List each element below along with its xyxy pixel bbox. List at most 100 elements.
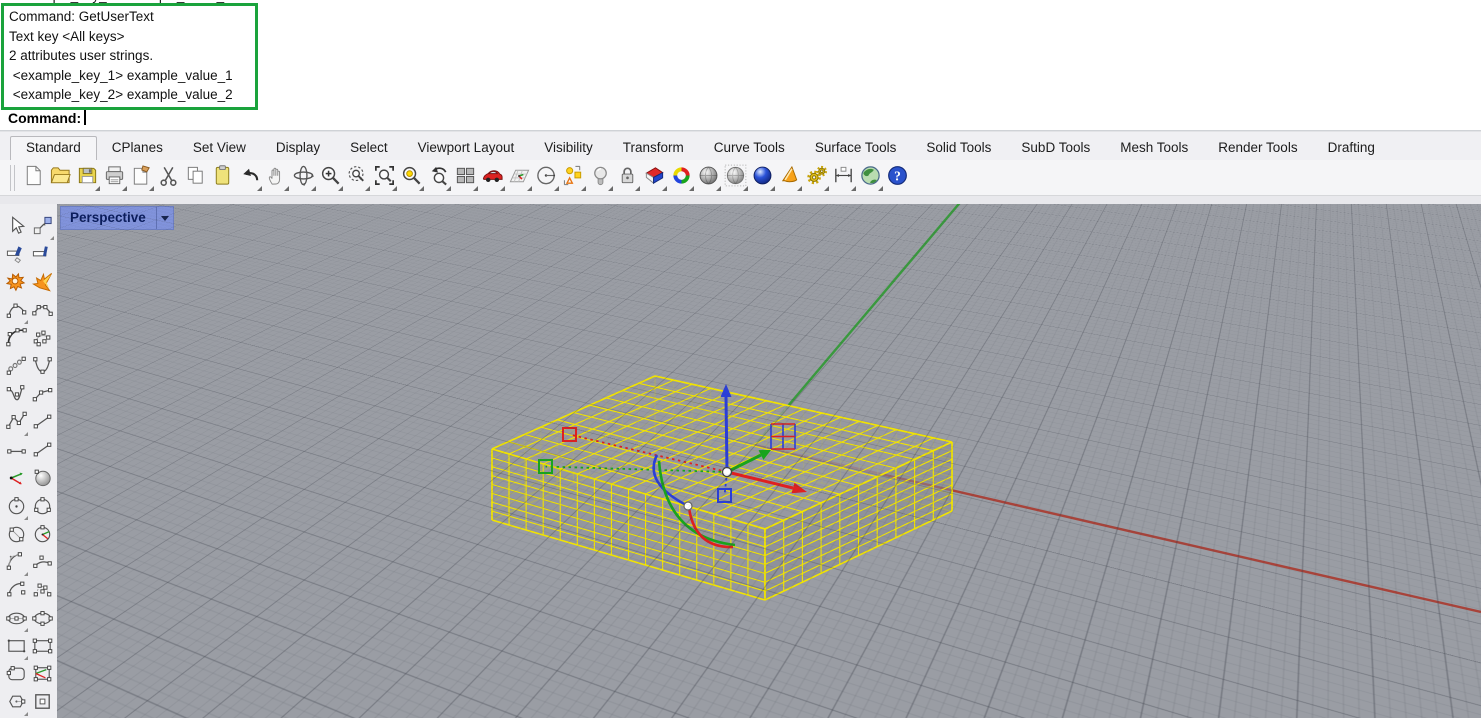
arc-center-start-button[interactable] xyxy=(3,551,29,577)
tab-transform[interactable]: Transform xyxy=(608,137,699,160)
tab-subd-tools[interactable]: SubD Tools xyxy=(1006,137,1105,160)
select-objects-button[interactable] xyxy=(3,215,29,241)
circle-tool-button[interactable] xyxy=(533,164,560,192)
cut-button[interactable] xyxy=(155,164,182,192)
ellipse-diameter-button[interactable] xyxy=(29,607,55,633)
copy-button[interactable] xyxy=(182,164,209,192)
handle-curve-button[interactable] xyxy=(29,383,55,409)
control-point-curve-button[interactable] xyxy=(3,299,29,325)
hide-objects-button[interactable] xyxy=(3,243,29,269)
tab-mesh-tools[interactable]: Mesh Tools xyxy=(1105,137,1203,160)
page-properties-button[interactable] xyxy=(128,164,155,192)
polygon-edge-button[interactable] xyxy=(29,691,55,717)
tab-display[interactable]: Display xyxy=(261,137,335,160)
perspective-viewport[interactable]: Perspective xyxy=(57,204,1481,718)
circle-diameter-button[interactable] xyxy=(3,523,29,549)
tab-solid-tools[interactable]: Solid Tools xyxy=(911,137,1006,160)
tab-viewport-layout[interactable]: Viewport Layout xyxy=(403,137,530,160)
tab-render-tools[interactable]: Render Tools xyxy=(1203,137,1312,160)
arc-start-end-button[interactable] xyxy=(3,579,29,605)
viewport-title-dropdown[interactable] xyxy=(156,207,173,229)
toolbar-grip[interactable] xyxy=(10,165,15,191)
explode-button[interactable] xyxy=(3,271,29,297)
display-mode-wedge-button[interactable] xyxy=(641,164,668,192)
paste-button[interactable] xyxy=(209,164,236,192)
command-prompt-row[interactable]: Command: xyxy=(0,107,1481,131)
tab-cplanes[interactable]: CPlanes xyxy=(97,137,178,160)
color-wheel-button[interactable] xyxy=(668,164,695,192)
new-file-icon xyxy=(22,164,45,192)
arc-3pt-button[interactable] xyxy=(29,551,55,577)
tab-set-view[interactable]: Set View xyxy=(178,137,261,160)
flyout-triangle-icon xyxy=(95,186,100,191)
named-view-car-button[interactable] xyxy=(479,164,506,192)
show-objects-button[interactable] xyxy=(29,243,55,269)
rotate-view-button[interactable] xyxy=(290,164,317,192)
flyout-triangle-icon xyxy=(24,628,28,632)
print-button[interactable] xyxy=(101,164,128,192)
zoom-window-button[interactable] xyxy=(344,164,371,192)
viewport-title[interactable]: Perspective xyxy=(60,206,174,230)
rectangle-corner-button[interactable] xyxy=(3,635,29,661)
lock-objects-button[interactable] xyxy=(614,164,641,192)
rendered-viewport-button[interactable] xyxy=(749,164,776,192)
rectangle-3pt-button[interactable] xyxy=(29,635,55,661)
rounded-rectangle-button[interactable] xyxy=(3,663,29,689)
line-segments-button[interactable] xyxy=(29,411,55,437)
zoom-selected-button[interactable] xyxy=(398,164,425,192)
viewport-layout-button[interactable] xyxy=(452,164,479,192)
ghosted-viewport-button[interactable] xyxy=(722,164,749,192)
ellipse-center-button[interactable] xyxy=(3,607,29,633)
flyout-triangle-icon xyxy=(662,186,667,191)
help-button[interactable]: ? xyxy=(884,164,911,192)
flyout-triangle-icon xyxy=(365,186,370,191)
curve-v-button[interactable] xyxy=(29,355,55,381)
tab-surface-tools[interactable]: Surface Tools xyxy=(800,137,912,160)
undo-view-change-button[interactable] xyxy=(425,164,452,192)
curve-through-polyline-button[interactable] xyxy=(29,579,55,605)
cplane-button[interactable] xyxy=(506,164,533,192)
spotlight-button[interactable] xyxy=(776,164,803,192)
rebuild-curve-button[interactable] xyxy=(29,327,55,353)
tab-visibility[interactable]: Visibility xyxy=(529,137,608,160)
command-history-area[interactable]: <example_key_2> example_value_2 Command:… xyxy=(0,0,1481,131)
line-normal-button[interactable] xyxy=(29,439,55,465)
zoom-button[interactable] xyxy=(317,164,344,192)
shaded-viewport-button[interactable] xyxy=(695,164,722,192)
flyout-triangle-icon xyxy=(878,186,883,191)
selection-filter-button[interactable] xyxy=(560,164,587,192)
handle-curve-icon xyxy=(31,382,54,410)
sphere-button[interactable] xyxy=(29,467,55,493)
helix-spiral-button[interactable] xyxy=(3,355,29,381)
single-line-button[interactable] xyxy=(3,439,29,465)
curve-u-button[interactable] xyxy=(3,383,29,409)
new-file-button[interactable] xyxy=(20,164,47,192)
curve-through-points-button[interactable] xyxy=(29,299,55,325)
rectangle-center-button[interactable] xyxy=(29,663,55,689)
options-gears-button[interactable] xyxy=(803,164,830,192)
earth-anchor-button[interactable] xyxy=(857,164,884,192)
pan-button[interactable] xyxy=(263,164,290,192)
arc-blend-curve-button[interactable] xyxy=(3,327,29,353)
open-file-button[interactable] xyxy=(47,164,74,192)
lights-button[interactable] xyxy=(587,164,614,192)
smash-button[interactable] xyxy=(29,271,55,297)
tab-drafting[interactable]: Drafting xyxy=(1313,137,1390,160)
tab-select[interactable]: Select xyxy=(335,137,403,160)
dimension-button[interactable] xyxy=(830,164,857,192)
viewport-title-label[interactable]: Perspective xyxy=(61,207,156,229)
polygon-center-button[interactable] xyxy=(3,691,29,717)
rebuild-curve-icon xyxy=(31,326,54,354)
circle-center-radius-button[interactable] xyxy=(3,495,29,521)
zoom-extents-button[interactable] xyxy=(371,164,398,192)
tab-standard[interactable]: Standard xyxy=(10,136,97,160)
circle-around-axis-button[interactable] xyxy=(29,523,55,549)
gumball-scale-box-button[interactable] xyxy=(29,215,55,241)
save-button[interactable] xyxy=(74,164,101,192)
polygon-edge-icon xyxy=(31,690,54,718)
cplane-axes-button[interactable] xyxy=(3,467,29,493)
circle-3pt-button[interactable] xyxy=(29,495,55,521)
tab-curve-tools[interactable]: Curve Tools xyxy=(699,137,800,160)
undo-button[interactable] xyxy=(236,164,263,192)
polyline-button[interactable] xyxy=(3,411,29,437)
